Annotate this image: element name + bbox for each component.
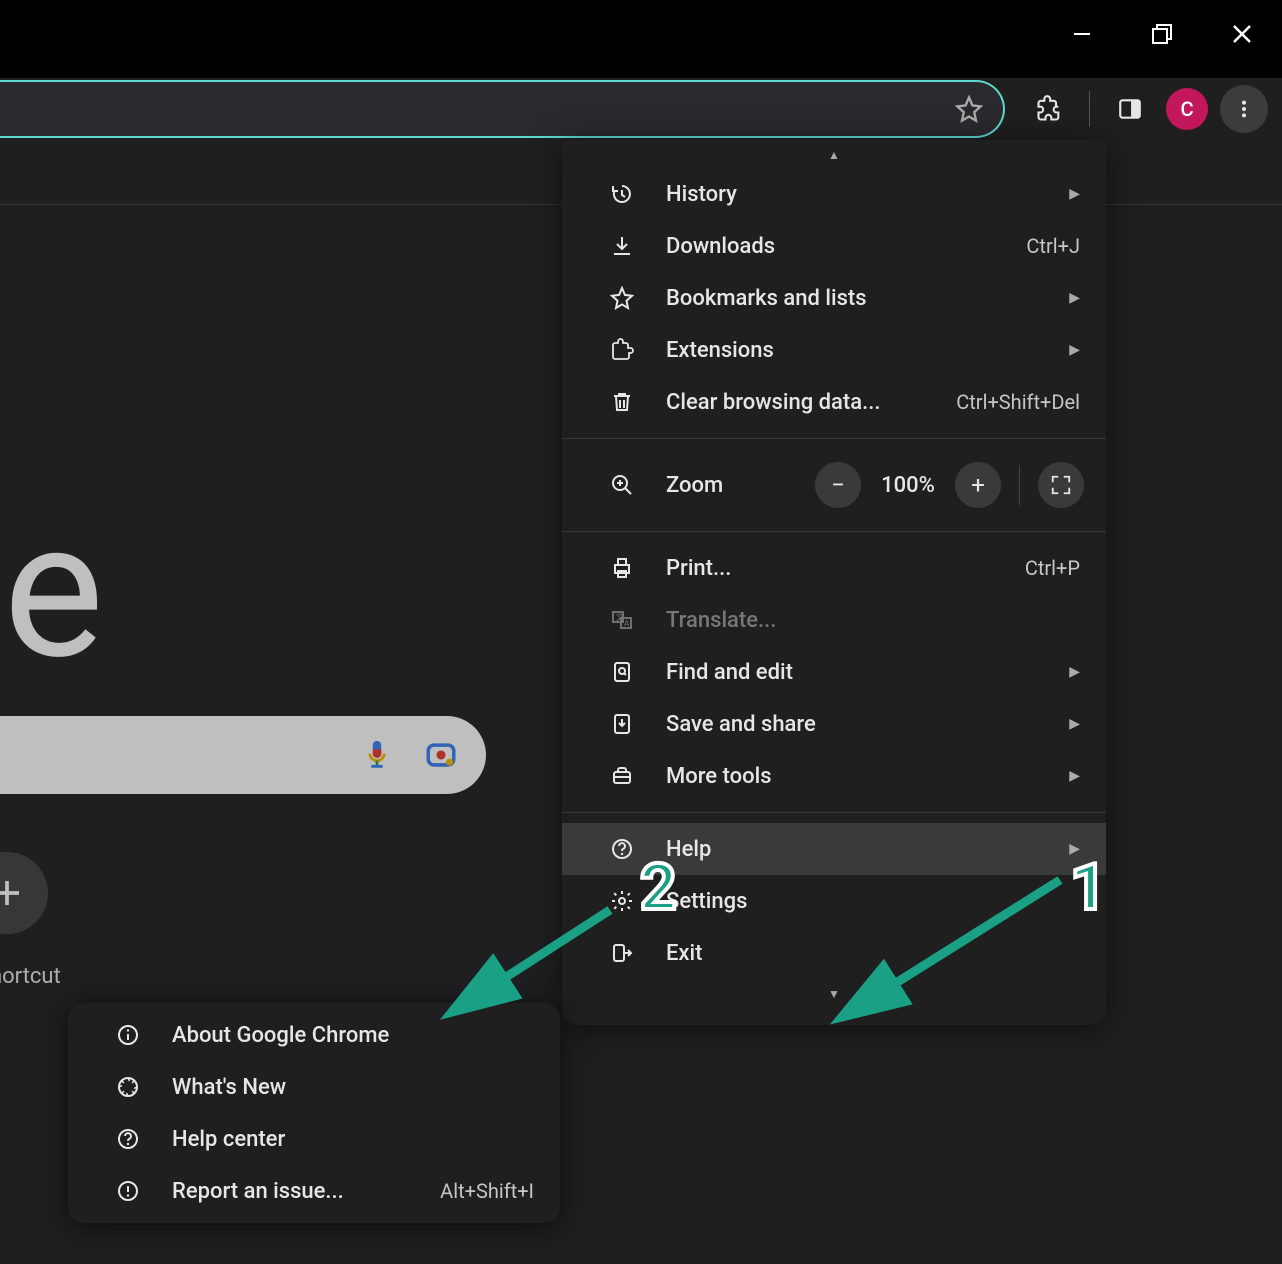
menu-separator (562, 438, 1106, 439)
menu-zoom-row: Zoom − 100% + (562, 449, 1106, 521)
add-shortcut-button[interactable] (0, 852, 48, 934)
submenu-arrow-icon: ▶ (1069, 768, 1080, 784)
browser-toolbar: C (0, 78, 1282, 140)
find-icon (608, 660, 636, 684)
submenu-item-report-an-issue[interactable]: Report an issue...Alt+Shift+I (68, 1165, 560, 1217)
menu-item-label: Help center (172, 1127, 534, 1152)
history-icon (608, 182, 636, 206)
google-search-bar[interactable] (0, 716, 486, 794)
voice-search-icon[interactable] (360, 738, 394, 772)
menu-item-clear-browsing-data[interactable]: Clear browsing data...Ctrl+Shift+Del (562, 376, 1106, 428)
menu-item-label: Clear browsing data... (666, 390, 956, 415)
menu-item-print[interactable]: Print...Ctrl+P (562, 542, 1106, 594)
menu-item-label: Bookmarks and lists (666, 286, 1059, 311)
save-share-icon (608, 712, 636, 736)
menu-item-label: Translate... (666, 608, 1080, 633)
extensions-button[interactable] (1025, 85, 1073, 133)
profile-avatar[interactable]: C (1166, 88, 1208, 130)
close-button[interactable] (1202, 0, 1282, 68)
extension-icon (608, 338, 636, 362)
menu-item-label: History (666, 182, 1059, 207)
zoom-out-button[interactable]: − (815, 462, 861, 508)
star-icon (608, 286, 636, 310)
menu-item-save-and-share[interactable]: Save and share ▶ (562, 698, 1106, 750)
menu-item-label: Settings (666, 889, 1080, 914)
svg-text:A: A (624, 619, 630, 628)
menu-item-exit[interactable]: Exit (562, 927, 1106, 979)
lens-search-icon[interactable] (424, 738, 458, 772)
submenu-arrow-icon: ▶ (1069, 716, 1080, 732)
zoom-in-button[interactable]: + (955, 462, 1001, 508)
annotation-number-1: 1 (1070, 850, 1107, 925)
more-button[interactable] (1220, 85, 1268, 133)
whatsnew-icon (114, 1075, 142, 1099)
submenu-item-about-google-chrome[interactable]: About Google Chrome (68, 1009, 560, 1061)
menu-item-label: Help (666, 837, 1059, 862)
menu-item-bookmarks-and-lists[interactable]: Bookmarks and lists ▶ (562, 272, 1106, 324)
helpcenter-icon (114, 1127, 142, 1151)
menu-item-find-and-edit[interactable]: Find and edit ▶ (562, 646, 1106, 698)
scroll-up-icon[interactable]: ▲ (562, 140, 1106, 168)
zoom-value: 100% (869, 473, 947, 498)
print-icon (608, 556, 636, 580)
settings-icon (608, 889, 636, 913)
zoom-label: Zoom (666, 473, 815, 498)
zoom-separator (1019, 465, 1020, 505)
trash-icon (608, 390, 636, 414)
menu-item-history[interactable]: History ▶ (562, 168, 1106, 220)
menu-item-translate: 文A Translate... (562, 594, 1106, 646)
bookmark-star-icon[interactable] (955, 95, 983, 123)
help-submenu: About Google Chrome What's New Help center… (68, 1003, 560, 1223)
menu-separator (562, 531, 1106, 532)
tools-icon (608, 764, 636, 788)
menu-item-label: Save and share (666, 712, 1059, 737)
menu-item-shortcut: Alt+Shift+I (440, 1179, 534, 1203)
zoom-icon (608, 473, 636, 497)
menu-item-downloads[interactable]: DownloadsCtrl+J (562, 220, 1106, 272)
report-icon (114, 1179, 142, 1203)
menu-item-more-tools[interactable]: More tools ▶ (562, 750, 1106, 802)
toolbar-right-icons: C (1025, 85, 1268, 133)
translate-icon: 文A (608, 608, 636, 632)
submenu-arrow-icon: ▶ (1069, 290, 1080, 306)
help-icon (608, 837, 636, 861)
menu-item-shortcut: Ctrl+J (1026, 234, 1080, 258)
menu-item-label: Report an issue... (172, 1179, 440, 1204)
info-icon (114, 1023, 142, 1047)
window-controls (1042, 0, 1282, 68)
shortcut-label: hortcut (0, 964, 61, 989)
fullscreen-button[interactable] (1038, 462, 1084, 508)
svg-text:文: 文 (616, 612, 624, 622)
menu-item-label: Find and edit (666, 660, 1059, 685)
scroll-down-icon[interactable]: ▼ (562, 979, 1106, 1007)
submenu-arrow-icon: ▶ (1069, 664, 1080, 680)
menu-item-label: What's New (172, 1075, 534, 1100)
download-icon (608, 234, 636, 258)
google-logo: ogle (0, 480, 98, 702)
annotation-number-2: 2 (640, 850, 677, 925)
minimize-button[interactable] (1042, 0, 1122, 68)
sidepanel-button[interactable] (1106, 85, 1154, 133)
menu-item-label: Extensions (666, 338, 1059, 363)
submenu-item-what-s-new[interactable]: What's New (68, 1061, 560, 1113)
menu-item-extensions[interactable]: Extensions ▶ (562, 324, 1106, 376)
menu-separator (562, 812, 1106, 813)
submenu-arrow-icon: ▶ (1069, 342, 1080, 358)
submenu-item-help-center[interactable]: Help center (68, 1113, 560, 1165)
avatar-letter: C (1180, 97, 1193, 121)
menu-item-label: Print... (666, 556, 1025, 581)
menu-item-label: Exit (666, 941, 1080, 966)
maximize-button[interactable] (1122, 0, 1202, 68)
exit-icon (608, 941, 636, 965)
submenu-arrow-icon: ▶ (1069, 186, 1080, 202)
menu-item-shortcut: Ctrl+Shift+Del (956, 390, 1080, 414)
menu-item-label: More tools (666, 764, 1059, 789)
menu-item-label: About Google Chrome (172, 1023, 534, 1048)
address-bar[interactable] (0, 80, 1005, 138)
menu-item-label: Downloads (666, 234, 1026, 259)
menu-item-shortcut: Ctrl+P (1025, 556, 1080, 580)
toolbar-separator (1089, 91, 1090, 127)
